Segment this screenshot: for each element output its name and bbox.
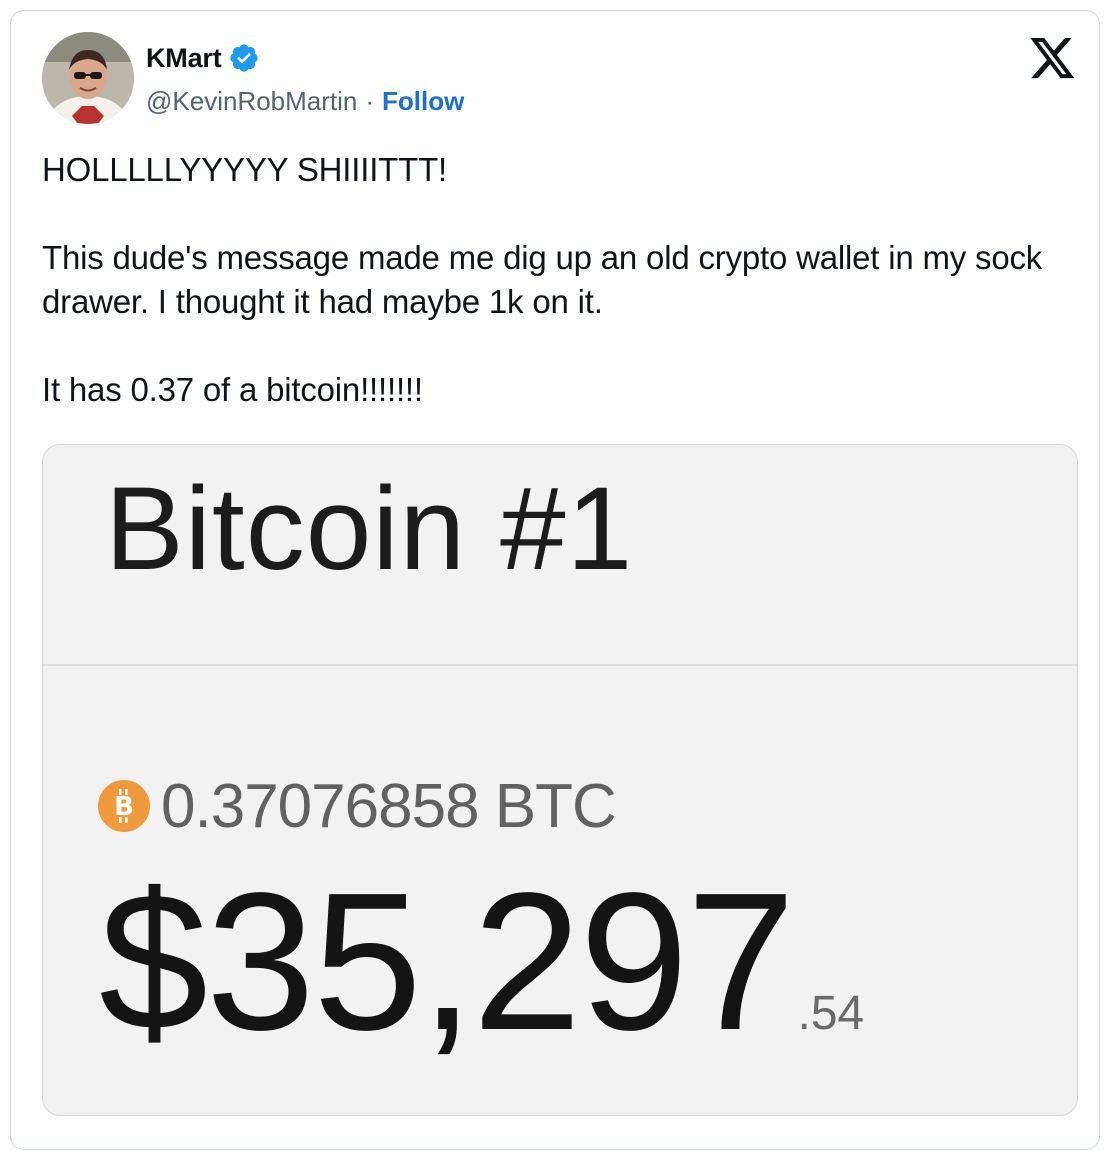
author-name-row: KMart — [146, 40, 260, 76]
author-handle-row: @KevinRobMartin · Follow — [146, 84, 464, 118]
separator-dot: · — [365, 85, 375, 116]
author-handle[interactable]: @KevinRobMartin — [146, 86, 357, 117]
svg-text:B: B — [114, 792, 134, 822]
tweet-media-image[interactable]: Bitcoin #1 B 0.37076858 BTC $35,297 .54 — [42, 444, 1078, 1116]
tweet-line-2: This dude's message made me dig up an ol… — [42, 239, 1043, 320]
tweet-line-1: HOLLLLLYYYYY SHIIIITTT! — [42, 151, 447, 188]
btc-amount: 0.37076858 BTC — [161, 771, 617, 841]
usd-balance-row: $35,297 .54 — [99, 857, 864, 1067]
tweet-line-3: It has 0.37 of a bitcoin!!!!!!! — [42, 371, 423, 408]
author-display-name[interactable]: KMart — [146, 43, 222, 74]
wallet-divider — [43, 664, 1077, 666]
verified-badge-icon — [229, 44, 258, 72]
usd-cents: .54 — [797, 987, 865, 1040]
usd-balance: $35,297 — [99, 852, 795, 1071]
btc-balance-row: B 0.37076858 BTC — [97, 771, 617, 841]
avatar[interactable] — [42, 32, 134, 124]
bitcoin-icon: B — [98, 780, 150, 832]
follow-button[interactable]: Follow — [382, 86, 464, 117]
wallet-title: Bitcoin #1 — [105, 463, 634, 595]
tweet-text: HOLLLLLYYYYY SHIIIITTT! This dude's mess… — [42, 148, 1082, 412]
x-logo-icon[interactable] — [1030, 38, 1076, 80]
